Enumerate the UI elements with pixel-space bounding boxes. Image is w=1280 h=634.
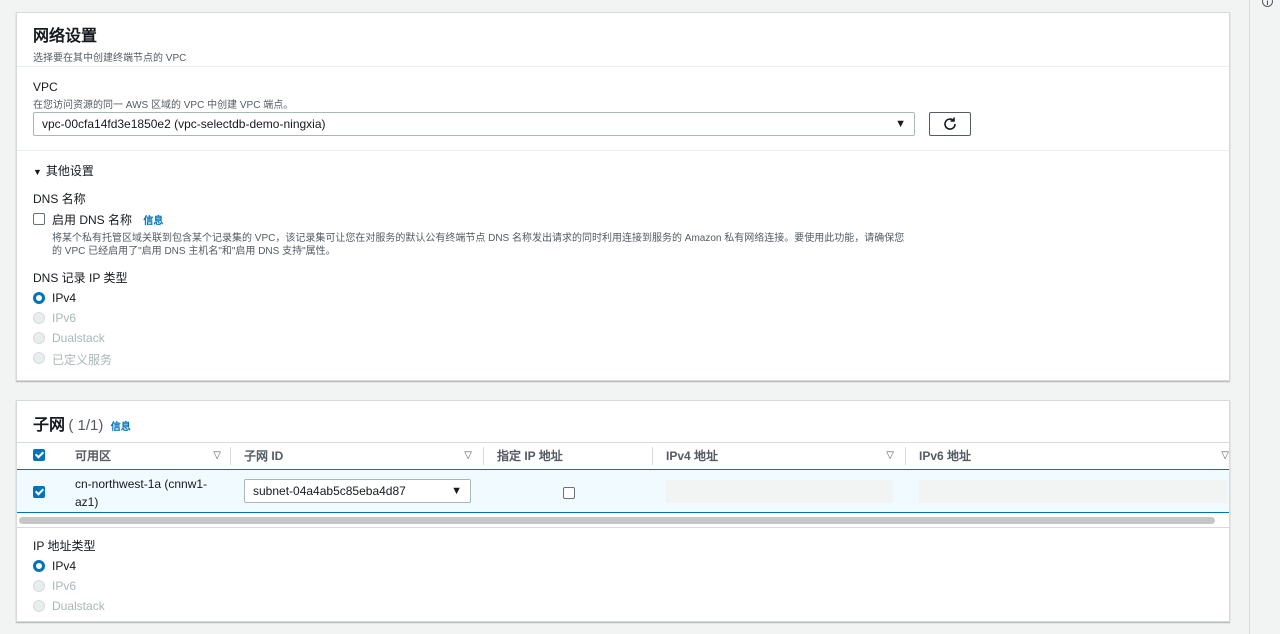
- specify-ip-checkbox[interactable]: [563, 487, 575, 499]
- radio-ipv6[interactable]: [33, 580, 45, 592]
- select-all-checkbox[interactable]: [33, 449, 45, 461]
- subnets-panel: 子网 ( 1/1) 信息 可用区 ▽ 子网 ID ▽ 指定 IP 地址 IPv4…: [16, 400, 1230, 622]
- network-settings-subtitle: 选择要在其中创建终端节点的 VPC: [33, 53, 187, 64]
- sort-icon[interactable]: ▽: [464, 443, 472, 469]
- radio-defined-service-label: 已定义服务: [52, 353, 113, 367]
- network-settings-title: 网络设置: [33, 28, 98, 45]
- caret-down-icon: ▼: [895, 118, 906, 130]
- radio-ipv6-label: IPv6: [52, 579, 77, 593]
- radio-dualstack[interactable]: [33, 332, 45, 344]
- radio-ipv4[interactable]: [33, 560, 45, 572]
- ipv4-address-input[interactable]: [666, 480, 893, 503]
- subnets-header: 子网 ( 1/1) 信息: [33, 411, 131, 435]
- vpc-select[interactable]: vpc-00cfa14fd3e1850e2 (vpc-selectdb-demo…: [33, 112, 915, 136]
- info-circle-icon[interactable]: i: [1262, 0, 1273, 7]
- right-panel-divider: [1249, 0, 1250, 634]
- other-settings-toggle[interactable]: ▼ 其他设置: [33, 162, 94, 179]
- column-separator: [905, 447, 906, 465]
- radio-ipv4-label: IPv4: [52, 559, 77, 573]
- sort-icon[interactable]: ▽: [1221, 443, 1229, 469]
- enable-dns-checkbox[interactable]: [33, 213, 45, 225]
- other-settings-label: 其他设置: [45, 164, 94, 178]
- subnet-id-select[interactable]: subnet-04a4ab5c85eba4d87 ▼: [244, 479, 471, 503]
- column-header-ipv6[interactable]: IPv6 地址 ▽: [919, 443, 1229, 469]
- table-row[interactable]: cn-northwest-1a (cnnw1- az1) subnet-04a4…: [17, 469, 1229, 513]
- radio-dualstack[interactable]: [33, 600, 45, 612]
- refresh-button[interactable]: [929, 112, 971, 136]
- subnets-title: 子网: [33, 417, 66, 434]
- az-line1: cn-northwest-1a (cnnw1-: [75, 477, 208, 491]
- column-header-az-label: 可用区: [75, 449, 112, 463]
- sort-icon[interactable]: ▽: [886, 443, 894, 469]
- radio-ipv4-label: IPv4: [52, 291, 77, 305]
- divider: [17, 150, 1229, 151]
- column-header-subnet-id[interactable]: 子网 ID ▽: [244, 443, 472, 469]
- ip-type-label: IP 地址类型: [33, 539, 96, 553]
- column-header-subnet-id-label: 子网 ID: [244, 449, 284, 463]
- vpc-description: 在您访问资源的同一 AWS 区域的 VPC 中创建 VPC 端点。: [33, 100, 294, 111]
- radio-ipv6[interactable]: [33, 312, 45, 324]
- network-settings-panel: 网络设置 选择要在其中创建终端节点的 VPC VPC 在您访问资源的同一 AWS…: [16, 12, 1230, 381]
- sort-icon[interactable]: ▽: [213, 443, 221, 469]
- column-separator: [483, 447, 484, 465]
- caret-down-icon: ▼: [451, 485, 462, 497]
- radio-dualstack-label: Dualstack: [52, 599, 105, 613]
- az-line2: az1): [75, 495, 99, 509]
- enable-dns-label: 启用 DNS 名称: [52, 213, 133, 227]
- column-separator: [230, 447, 231, 465]
- ipv6-address-input[interactable]: [919, 480, 1227, 503]
- column-header-ipv4-label: IPv4 地址: [666, 449, 719, 463]
- row-checkbox[interactable]: [33, 486, 45, 498]
- az-cell: cn-northwest-1a (cnnw1- az1): [75, 475, 207, 511]
- column-header-ipv6-label: IPv6 地址: [919, 449, 972, 463]
- column-separator: [652, 447, 653, 465]
- horizontal-scrollbar[interactable]: [19, 517, 1215, 524]
- info-link[interactable]: 信息: [111, 422, 131, 433]
- radio-ipv6-label: IPv6: [52, 311, 77, 325]
- dns-ip-type-label: DNS 记录 IP 类型: [33, 271, 128, 285]
- vpc-selected-value: vpc-00cfa14fd3e1850e2 (vpc-selectdb-demo…: [42, 117, 326, 131]
- info-link[interactable]: 信息: [143, 216, 163, 227]
- radio-ipv4[interactable]: [33, 292, 45, 304]
- column-header-az[interactable]: 可用区 ▽: [75, 443, 221, 469]
- divider: [17, 66, 1229, 67]
- vpc-label: VPC: [33, 80, 58, 94]
- column-header-ipv4[interactable]: IPv4 地址 ▽: [666, 443, 894, 469]
- caret-down-icon: ▼: [33, 167, 42, 177]
- subnet-id-value: subnet-04a4ab5c85eba4d87: [253, 484, 406, 498]
- subnets-count: ( 1/1): [68, 417, 104, 434]
- enable-dns-row: 启用 DNS 名称 信息: [52, 211, 163, 228]
- column-header-specify-ip[interactable]: 指定 IP 地址: [497, 443, 647, 469]
- dns-name-label: DNS 名称: [33, 192, 86, 206]
- column-header-specify-ip-label: 指定 IP 地址: [497, 449, 563, 463]
- refresh-icon: [944, 117, 956, 130]
- radio-defined-service[interactable]: [33, 352, 45, 364]
- radio-dualstack-label: Dualstack: [52, 331, 105, 345]
- enable-dns-desc-line2: 的 VPC 已经启用了"启用 DNS 主机名"和"启用 DNS 支持"属性。: [52, 246, 336, 257]
- table-bottom-border: [17, 527, 1229, 528]
